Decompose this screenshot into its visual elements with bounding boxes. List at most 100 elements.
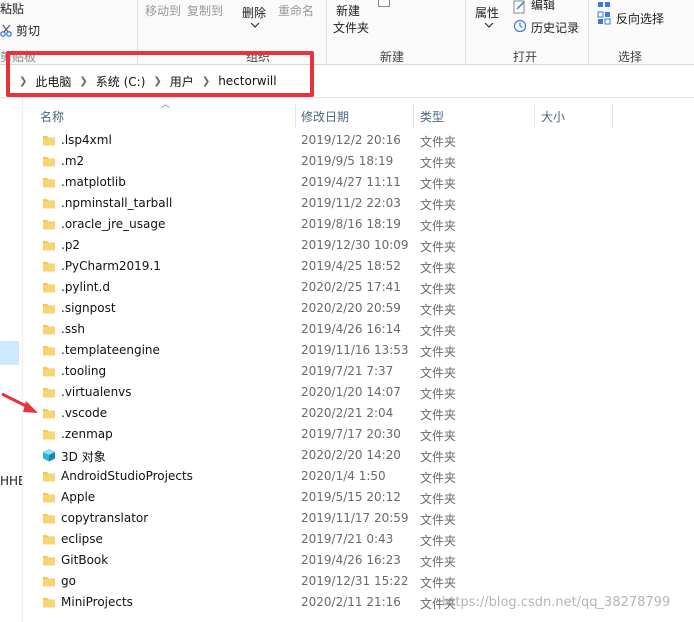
file-type: 文件夹 xyxy=(420,345,457,359)
scissors-icon xyxy=(0,24,12,37)
nav-selected-item[interactable] xyxy=(0,341,19,365)
folder-icon xyxy=(42,343,56,357)
navigation-pane[interactable]: HHE xyxy=(0,98,23,622)
modified-date: 2019/9/5 18:19 xyxy=(301,154,394,168)
delete-button[interactable]: 删除 xyxy=(242,4,266,21)
new-folder-button-line1[interactable]: 新建 xyxy=(336,2,360,19)
ribbon-separator xyxy=(465,0,466,64)
modified-date: 2019/11/17 20:59 xyxy=(301,511,409,525)
table-row[interactable]: .pylint.d 2020/2/25 17:41 文件夹 xyxy=(22,277,694,298)
new-group-label: 新建 xyxy=(380,50,405,64)
nav-item-label[interactable]: HHE xyxy=(0,474,22,488)
file-name: .p2 xyxy=(61,238,81,252)
copy-to-button[interactable]: 复制到 xyxy=(187,2,223,19)
table-row[interactable]: copytranslator 2019/11/17 20:59 文件夹 xyxy=(22,508,694,529)
file-type: 文件夹 xyxy=(420,471,457,485)
column-header-size[interactable]: 大小 xyxy=(541,108,565,125)
annotation-highlight-box xyxy=(6,51,314,97)
new-item-checkbox[interactable] xyxy=(378,0,390,7)
table-row[interactable]: .signpost 2020/2/20 20:59 文件夹 xyxy=(22,298,694,319)
table-row[interactable]: go 2019/12/31 15:22 文件夹 xyxy=(22,571,694,592)
chevron-down-icon xyxy=(484,22,494,28)
edit-button[interactable]: 编辑 xyxy=(531,0,555,13)
table-row[interactable]: .tooling 2019/7/21 7:37 文件夹 xyxy=(22,361,694,382)
file-type: 文件夹 xyxy=(420,261,457,275)
file-name: .virtualenvs xyxy=(61,385,132,399)
file-type: 文件夹 xyxy=(420,429,457,443)
table-row[interactable]: .vscode 2020/2/21 2:04 文件夹 xyxy=(22,403,694,424)
file-name: .pylint.d xyxy=(61,280,110,294)
table-row[interactable]: 3D 对象 2020/2/20 14:20 文件夹 xyxy=(22,445,694,466)
table-row[interactable]: .npminstall_tarball 2019/11/2 22:03 文件夹 xyxy=(22,193,694,214)
column-divider[interactable] xyxy=(534,104,535,128)
modified-date: 2019/7/21 7:37 xyxy=(301,364,394,378)
table-row[interactable]: AndroidStudioProjects 2020/1/4 1:50 文件夹 xyxy=(22,466,694,487)
modified-date: 2019/12/30 10:09 xyxy=(301,238,409,252)
column-header-name[interactable]: 名称 xyxy=(40,108,64,125)
table-row[interactable]: .p2 2019/12/30 10:09 文件夹 xyxy=(22,235,694,256)
file-type: 文件夹 xyxy=(420,219,457,233)
table-row[interactable]: .ssh 2019/4/26 16:14 文件夹 xyxy=(22,319,694,340)
cube-icon xyxy=(42,448,56,462)
column-divider[interactable] xyxy=(413,104,414,128)
properties-button[interactable]: 属性 xyxy=(475,4,499,21)
modified-date: 2019/8/16 18:19 xyxy=(301,217,401,231)
new-folder-button-line2[interactable]: 文件夹 xyxy=(333,19,369,36)
folder-icon xyxy=(42,553,56,567)
file-type: 文件夹 xyxy=(420,198,457,212)
folder-icon xyxy=(42,490,56,504)
folder-icon xyxy=(42,595,56,609)
table-row[interactable]: GitBook 2019/4/26 16:23 文件夹 xyxy=(22,550,694,571)
table-row[interactable]: eclipse 2019/7/21 0:43 文件夹 xyxy=(22,529,694,550)
file-type: 文件夹 xyxy=(420,177,457,191)
column-divider[interactable] xyxy=(295,104,296,128)
table-row[interactable]: .matplotlib 2019/4/27 11:11 文件夹 xyxy=(22,172,694,193)
file-type: 文件夹 xyxy=(420,324,457,338)
folder-icon xyxy=(42,322,56,336)
modified-date: 2020/2/11 21:16 xyxy=(301,595,401,609)
file-name: go xyxy=(61,574,76,588)
modified-date: 2019/11/2 22:03 xyxy=(301,196,401,210)
modified-date: 2020/1/4 1:50 xyxy=(301,469,386,483)
file-type: 文件夹 xyxy=(420,387,457,401)
table-row[interactable]: .lsp4xml 2019/12/2 20:16 文件夹 xyxy=(22,130,694,151)
table-row[interactable]: .PyCharm2019.1 2019/4/25 18:52 文件夹 xyxy=(22,256,694,277)
file-type: 文件夹 xyxy=(420,555,457,569)
invert-selection-button[interactable]: 反向选择 xyxy=(616,10,664,27)
cut-button[interactable]: 剪切 xyxy=(16,22,40,39)
folder-icon xyxy=(42,259,56,273)
folder-icon xyxy=(42,154,56,168)
open-group-label: 打开 xyxy=(513,50,538,64)
file-name: .npminstall_tarball xyxy=(61,196,173,210)
file-type: 文件夹 xyxy=(420,576,457,590)
table-row[interactable]: Apple 2019/5/15 20:12 文件夹 xyxy=(22,487,694,508)
file-name: copytranslator xyxy=(61,511,149,525)
modified-date: 2020/2/25 17:41 xyxy=(301,280,401,294)
file-name: .ssh xyxy=(61,322,85,336)
table-row[interactable]: .oracle_jre_usage 2019/8/16 18:19 文件夹 xyxy=(22,214,694,235)
file-type: 文件夹 xyxy=(420,534,457,548)
table-row[interactable]: .zenmap 2019/7/17 20:30 文件夹 xyxy=(22,424,694,445)
history-icon xyxy=(513,19,527,33)
table-row[interactable]: .virtualenvs 2020/1/20 14:07 文件夹 xyxy=(22,382,694,403)
column-divider[interactable] xyxy=(612,104,613,128)
column-header-date[interactable]: 修改日期 xyxy=(301,108,349,125)
history-button[interactable]: 历史记录 xyxy=(531,19,579,36)
paste-button[interactable]: 粘贴 xyxy=(0,0,24,17)
column-header-type[interactable]: 类型 xyxy=(420,108,444,125)
folder-icon xyxy=(42,532,56,546)
folder-icon xyxy=(42,511,56,525)
modified-date: 2019/12/31 15:22 xyxy=(301,574,409,588)
file-type: 文件夹 xyxy=(420,408,457,422)
watermark: https://blog.csdn.net/qq_38278799 xyxy=(442,595,671,610)
modified-date: 2019/12/2 20:16 xyxy=(301,133,401,147)
modified-date: 2019/7/21 0:43 xyxy=(301,532,394,546)
file-name: .lsp4xml xyxy=(61,133,112,147)
table-row[interactable]: .templateengine 2019/11/16 13:53 文件夹 xyxy=(22,340,694,361)
file-name: GitBook xyxy=(61,553,109,567)
invert-selection-icon xyxy=(597,11,611,25)
folder-icon xyxy=(42,196,56,210)
table-row[interactable]: .m2 2019/9/5 18:19 文件夹 xyxy=(22,151,694,172)
rename-button[interactable]: 重命名 xyxy=(278,2,314,19)
move-to-button[interactable]: 移动到 xyxy=(145,2,181,19)
